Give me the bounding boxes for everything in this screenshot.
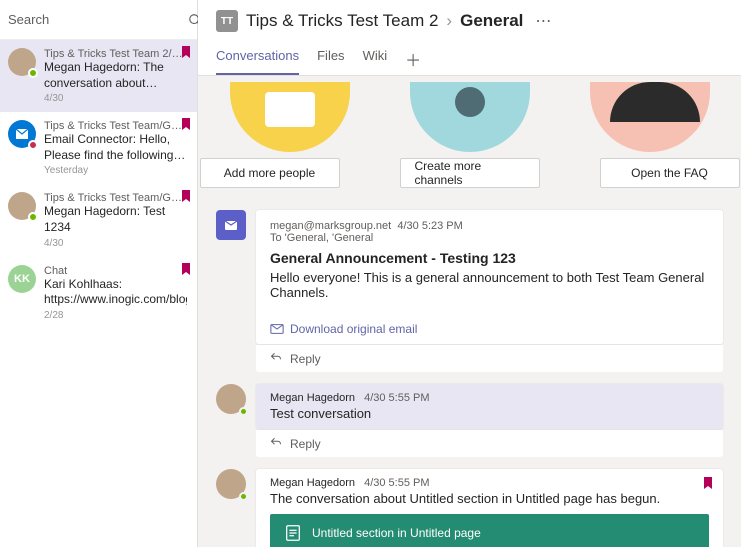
open-faq-button[interactable]: Open the FAQ [600, 158, 740, 188]
reply-button[interactable]: Reply [256, 429, 723, 457]
avatar: KK [8, 265, 36, 293]
search-input[interactable] [8, 12, 184, 27]
download-email-link[interactable]: Download original email [270, 322, 709, 336]
reply-label: Reply [290, 437, 321, 451]
message-meta: megan@marksgroup.net 4/30 5:23 PM To 'Ge… [270, 220, 709, 244]
message-from: megan@marksgroup.net [270, 220, 391, 232]
tab-files[interactable]: Files [317, 42, 344, 75]
welcome-banner [198, 76, 741, 152]
message-body: Test conversation [270, 406, 709, 421]
feed-date: 4/30 [44, 238, 187, 249]
sidebar: Tips & Tricks Test Team 2/General Megan … [0, 0, 198, 547]
avatar [216, 384, 246, 414]
feed-item[interactable]: Tips & Tricks Test Team/General Email Co… [0, 112, 197, 184]
message-card[interactable]: Megan Hagedorn 4/30 5:55 PM The conversa… [256, 469, 723, 547]
bookmark-icon [181, 118, 191, 133]
avatar [8, 192, 36, 220]
wiki-attachment-card[interactable]: Untitled section in Untitled page [270, 514, 709, 547]
message-subject: General Announcement - Testing 123 [270, 250, 709, 266]
welcome-illustration [230, 82, 350, 152]
channel-name: General [460, 11, 523, 31]
avatar-initials: KK [14, 273, 30, 285]
feed-date: Yesterday [44, 165, 187, 176]
more-options-icon[interactable]: ⋯ [531, 11, 555, 31]
channel-tabs: Conversations Files Wiki ＋ [216, 42, 723, 75]
message-thread: megan@marksgroup.net 4/30 5:23 PM To 'Ge… [216, 210, 723, 372]
tab-conversations[interactable]: Conversations [216, 42, 299, 75]
feed-item[interactable]: KK Chat Kari Kohlhaas: https://www.inogi… [0, 257, 197, 329]
presence-available-icon [28, 68, 38, 78]
download-email-label: Download original email [290, 322, 417, 336]
attachment-title: Untitled section in Untitled page [312, 526, 481, 540]
avatar [8, 120, 36, 148]
message-body: The conversation about Untitled section … [270, 491, 709, 506]
welcome-actions: Add more people Create more channels Ope… [198, 152, 741, 204]
bookmark-icon [703, 477, 713, 492]
message-scroll[interactable]: Add more people Create more channels Ope… [198, 76, 741, 547]
message-body: Hello everyone! This is a general announ… [270, 270, 709, 300]
feed-location: Chat [44, 265, 187, 277]
team-badge: TT [216, 10, 238, 32]
reply-button[interactable]: Reply [256, 344, 723, 372]
add-tab-icon[interactable]: ＋ [405, 47, 421, 71]
feed-date: 4/30 [44, 93, 187, 104]
feed-item[interactable]: Tips & Tricks Test Team 2/General Megan … [0, 40, 197, 112]
breadcrumb-separator: › [446, 11, 452, 31]
presence-busy-icon [28, 140, 38, 150]
message-card[interactable]: megan@marksgroup.net 4/30 5:23 PM To 'Ge… [256, 210, 723, 344]
feed-title: Kari Kohlhaas: https://www.inogic.com/bl… [44, 277, 187, 308]
feed-title: Email Connector: Hello, Please find the … [44, 132, 187, 163]
reply-icon [270, 436, 282, 451]
message-author: Megan Hagedorn [270, 477, 355, 489]
message-time: 4/30 5:23 PM [397, 220, 462, 232]
reply-label: Reply [290, 352, 321, 366]
feed-location: Tips & Tricks Test Team/General [44, 120, 187, 132]
message-thread: Megan Hagedorn 4/30 5:55 PM The conversa… [216, 469, 723, 547]
feed-item[interactable]: Tips & Tricks Test Team/General Megan Ha… [0, 184, 197, 256]
feed-location: Tips & Tricks Test Team 2/General [44, 48, 187, 60]
channel-header: TT Tips & Tricks Test Team 2 › General ⋯… [198, 0, 741, 76]
avatar [216, 469, 246, 499]
activity-feed: Tips & Tricks Test Team 2/General Megan … [0, 40, 197, 547]
reply-icon [270, 351, 282, 366]
feed-location: Tips & Tricks Test Team/General [44, 192, 187, 204]
presence-available-icon [239, 492, 248, 501]
presence-available-icon [28, 212, 38, 222]
create-channels-button[interactable]: Create more channels [400, 158, 540, 188]
message-thread: Megan Hagedorn 4/30 5:55 PM Test convers… [216, 384, 723, 457]
avatar [8, 48, 36, 76]
feed-title: Megan Hagedorn: Test 1234 [44, 204, 187, 235]
presence-available-icon [239, 407, 248, 416]
feed-title: Megan Hagedorn: The conversation about U… [44, 60, 187, 91]
message-time: 4/30 5:55 PM [364, 477, 429, 489]
message-time: 4/30 5:55 PM [364, 392, 429, 404]
bookmark-icon [181, 190, 191, 205]
welcome-illustration [590, 82, 710, 152]
feed-date: 2/28 [44, 310, 187, 321]
bookmark-icon [181, 263, 191, 278]
breadcrumb: TT Tips & Tricks Test Team 2 › General ⋯ [216, 10, 723, 32]
team-name[interactable]: Tips & Tricks Test Team 2 [246, 11, 438, 31]
message-meta: Megan Hagedorn 4/30 5:55 PM [270, 392, 709, 404]
message-to: To 'General, 'General [270, 232, 709, 244]
message-meta: Megan Hagedorn 4/30 5:55 PM [270, 477, 709, 489]
add-people-button[interactable]: Add more people [200, 158, 340, 188]
message-card[interactable]: Megan Hagedorn 4/30 5:55 PM Test convers… [256, 384, 723, 429]
message-author: Megan Hagedorn [270, 392, 355, 404]
welcome-illustration [410, 82, 530, 152]
search-bar [0, 0, 197, 40]
bookmark-icon [181, 46, 191, 61]
email-avatar-icon [216, 210, 246, 240]
tab-wiki[interactable]: Wiki [363, 42, 388, 75]
main-pane: TT Tips & Tricks Test Team 2 › General ⋯… [198, 0, 741, 547]
